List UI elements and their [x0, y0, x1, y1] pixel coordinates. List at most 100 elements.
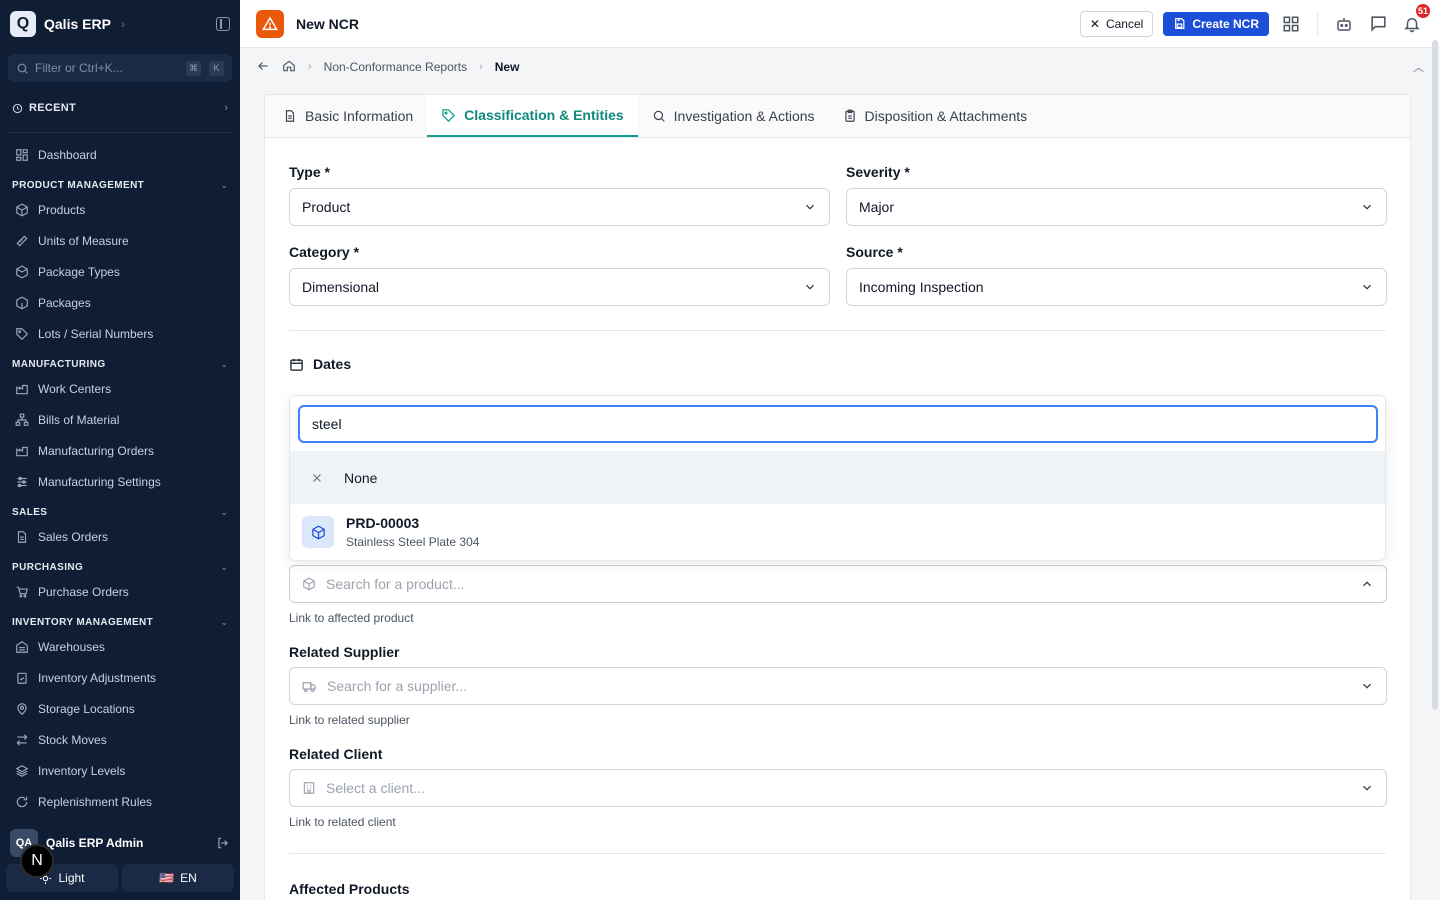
tab-basic-information[interactable]: Basic Information	[269, 95, 427, 137]
sidebar-item-storage-locations[interactable]: Storage Locations	[0, 693, 240, 724]
apps-grid-icon[interactable]	[1279, 12, 1303, 36]
chevron-down-icon	[806, 284, 814, 290]
document-icon	[285, 110, 295, 122]
tabs: Basic Information Classification & Entit…	[265, 95, 1410, 138]
chevron-right-icon[interactable]: ›	[121, 17, 125, 31]
logout-icon[interactable]	[216, 836, 230, 850]
sidebar-item-label: Purchase Orders	[38, 584, 129, 599]
sidebar-item-packages[interactable]: Packages	[0, 287, 240, 318]
breadcrumb-parent[interactable]: Non-Conformance Reports	[324, 60, 467, 74]
chevron-right-icon: ›	[479, 61, 483, 73]
chevron-down-icon: ⌄	[220, 506, 228, 517]
sidebar-item-manufacturing-orders[interactable]: Manufacturing Orders	[0, 435, 240, 466]
chevron-down-icon: ⌄	[220, 179, 228, 190]
create-ncr-button[interactable]: Create NCR	[1163, 11, 1269, 36]
sidebar-item-label: Inventory Levels	[38, 763, 126, 778]
sidebar-item-label: Package Types	[38, 264, 120, 279]
page-title: New NCR	[296, 15, 360, 32]
search-icon	[17, 63, 28, 74]
option-product[interactable]: PRD-00003 Stainless Steel Plate 304	[290, 504, 1385, 560]
scrollbar[interactable]	[1432, 40, 1438, 710]
cancel-button[interactable]: ✕ Cancel	[1079, 10, 1154, 37]
tab-investigation-actions[interactable]: Investigation & Actions	[638, 95, 829, 137]
filter-input[interactable]: Filter or Ctrl+K... ⌘ K	[8, 54, 232, 82]
bot-icon[interactable]	[1332, 12, 1356, 36]
inventory-levels-icon	[15, 764, 29, 777]
product-select[interactable]: Search for a product...	[289, 565, 1387, 603]
type-select[interactable]: Product	[289, 188, 830, 226]
chat-icon[interactable]	[1366, 12, 1390, 36]
product-placeholder: Search for a product...	[326, 576, 465, 592]
stock-moves-icon	[16, 733, 28, 746]
source-value: Incoming Inspection	[859, 279, 984, 295]
back-arrow-icon[interactable]	[256, 59, 270, 76]
sidebar-item-dashboard[interactable]: Dashboard	[0, 139, 240, 170]
chevron-down-icon: ⌄	[220, 561, 228, 572]
sidebar-item-units-of-measure[interactable]: Units of Measure	[0, 225, 240, 256]
sidebar-item-products[interactable]: Products	[0, 194, 240, 225]
sidebar-item-replenishment-rules[interactable]: Replenishment Rules	[0, 786, 240, 817]
sidebar-item-sales-orders[interactable]: Sales Orders	[0, 521, 240, 552]
tab-disposition-attachments[interactable]: Disposition & Attachments	[829, 95, 1042, 137]
sidebar-item-label: Replenishment Rules	[38, 794, 153, 809]
home-icon[interactable]	[282, 59, 296, 76]
create-label: Create NCR	[1192, 16, 1259, 31]
section-title: MANUFACTURING	[12, 358, 106, 370]
sidebar-item-package-types[interactable]: Package Types	[0, 256, 240, 287]
sidebar-item-work-centers[interactable]: Work Centers	[0, 373, 240, 404]
sidebar-item-inventory-adjustments[interactable]: Inventory Adjustments	[0, 662, 240, 693]
chevron-down-icon	[1363, 683, 1371, 689]
severity-select[interactable]: Major	[846, 188, 1387, 226]
recent-label: RECENT	[29, 102, 77, 114]
product-helper: Link to affected product	[289, 611, 414, 625]
kbd-cmd: ⌘	[186, 60, 201, 76]
severity-value: Major	[859, 199, 895, 215]
replenishment-rules-icon	[16, 796, 28, 807]
option-none[interactable]: None	[290, 451, 1385, 504]
recent-toggle[interactable]: RECENT ›	[0, 96, 240, 120]
client-select[interactable]: Select a client...	[289, 769, 1387, 807]
warehouses-icon	[16, 640, 28, 653]
sidebar: Q Qalis ERP › Filter or Ctrl+K... ⌘ K RE…	[0, 0, 240, 900]
chevron-up-icon[interactable]: ︿	[1413, 59, 1424, 75]
manufacturing-orders-icon	[16, 446, 28, 456]
sidebar-item-label: Manufacturing Orders	[38, 443, 155, 458]
warning-icon	[256, 9, 284, 38]
sidebar-item-label: Sales Orders	[38, 529, 109, 544]
sidebar-section-purchasing[interactable]: PURCHASING ⌄	[0, 558, 240, 576]
tab-classification-entities[interactable]: Classification & Entities	[427, 95, 638, 137]
source-select[interactable]: Incoming Inspection	[846, 268, 1387, 306]
sidebar-item-inventory-levels[interactable]: Inventory Levels	[0, 755, 240, 786]
product-dropdown: steel None PRD-00003 Stainless Steel Pla…	[289, 395, 1386, 561]
sidebar-section-inventory-management[interactable]: INVENTORY MANAGEMENT ⌄	[0, 613, 240, 631]
sidebar-item-label: Storage Locations	[38, 701, 135, 716]
sidebar-item-warehouses[interactable]: Warehouses	[0, 631, 240, 662]
sidebar-sections: PRODUCT MANAGEMENT ⌄ Products Units of Meas…	[0, 176, 240, 817]
clock-icon	[12, 103, 23, 113]
sidebar-section-manufacturing[interactable]: MANUFACTURING ⌄	[0, 355, 240, 373]
sidebar-item-bills-of-material[interactable]: Bills of Material	[0, 404, 240, 435]
bell-icon[interactable]: 51	[1400, 1, 1432, 36]
category-select[interactable]: Dimensional	[289, 268, 830, 306]
brand-logo: Q	[10, 11, 36, 37]
sidebar-collapse-icon[interactable]	[216, 17, 230, 31]
brand-name[interactable]: Qalis ERP	[44, 16, 111, 32]
theme-label: Light	[58, 871, 85, 885]
product-search-input[interactable]: steel	[298, 405, 1378, 443]
sidebar-section-sales[interactable]: SALES ⌄	[0, 503, 240, 521]
section-title: SALES	[12, 506, 48, 518]
inventory-adjustments-icon	[17, 672, 27, 684]
affected-products-title: Affected Products	[289, 881, 410, 897]
sidebar-item-purchase-orders[interactable]: Purchase Orders	[0, 576, 240, 607]
sidebar-item-manufacturing-settings[interactable]: Manufacturing Settings	[0, 466, 240, 497]
n-badge[interactable]: N	[20, 844, 54, 878]
language-button[interactable]: 🇺🇸 EN	[122, 864, 234, 892]
sidebar-item-label: Lots / Serial Numbers	[38, 326, 154, 341]
calendar-icon	[290, 358, 303, 371]
sidebar-item-stock-moves[interactable]: Stock Moves	[0, 724, 240, 755]
supplier-select[interactable]: Search for a supplier...	[289, 667, 1387, 705]
sidebar-section-product-management[interactable]: PRODUCT MANAGEMENT ⌄	[0, 176, 240, 194]
sidebar-item-lots-serial-numbers[interactable]: Lots / Serial Numbers	[0, 318, 240, 349]
option-none-label: None	[344, 469, 378, 486]
bills-of-material-icon	[15, 413, 29, 426]
